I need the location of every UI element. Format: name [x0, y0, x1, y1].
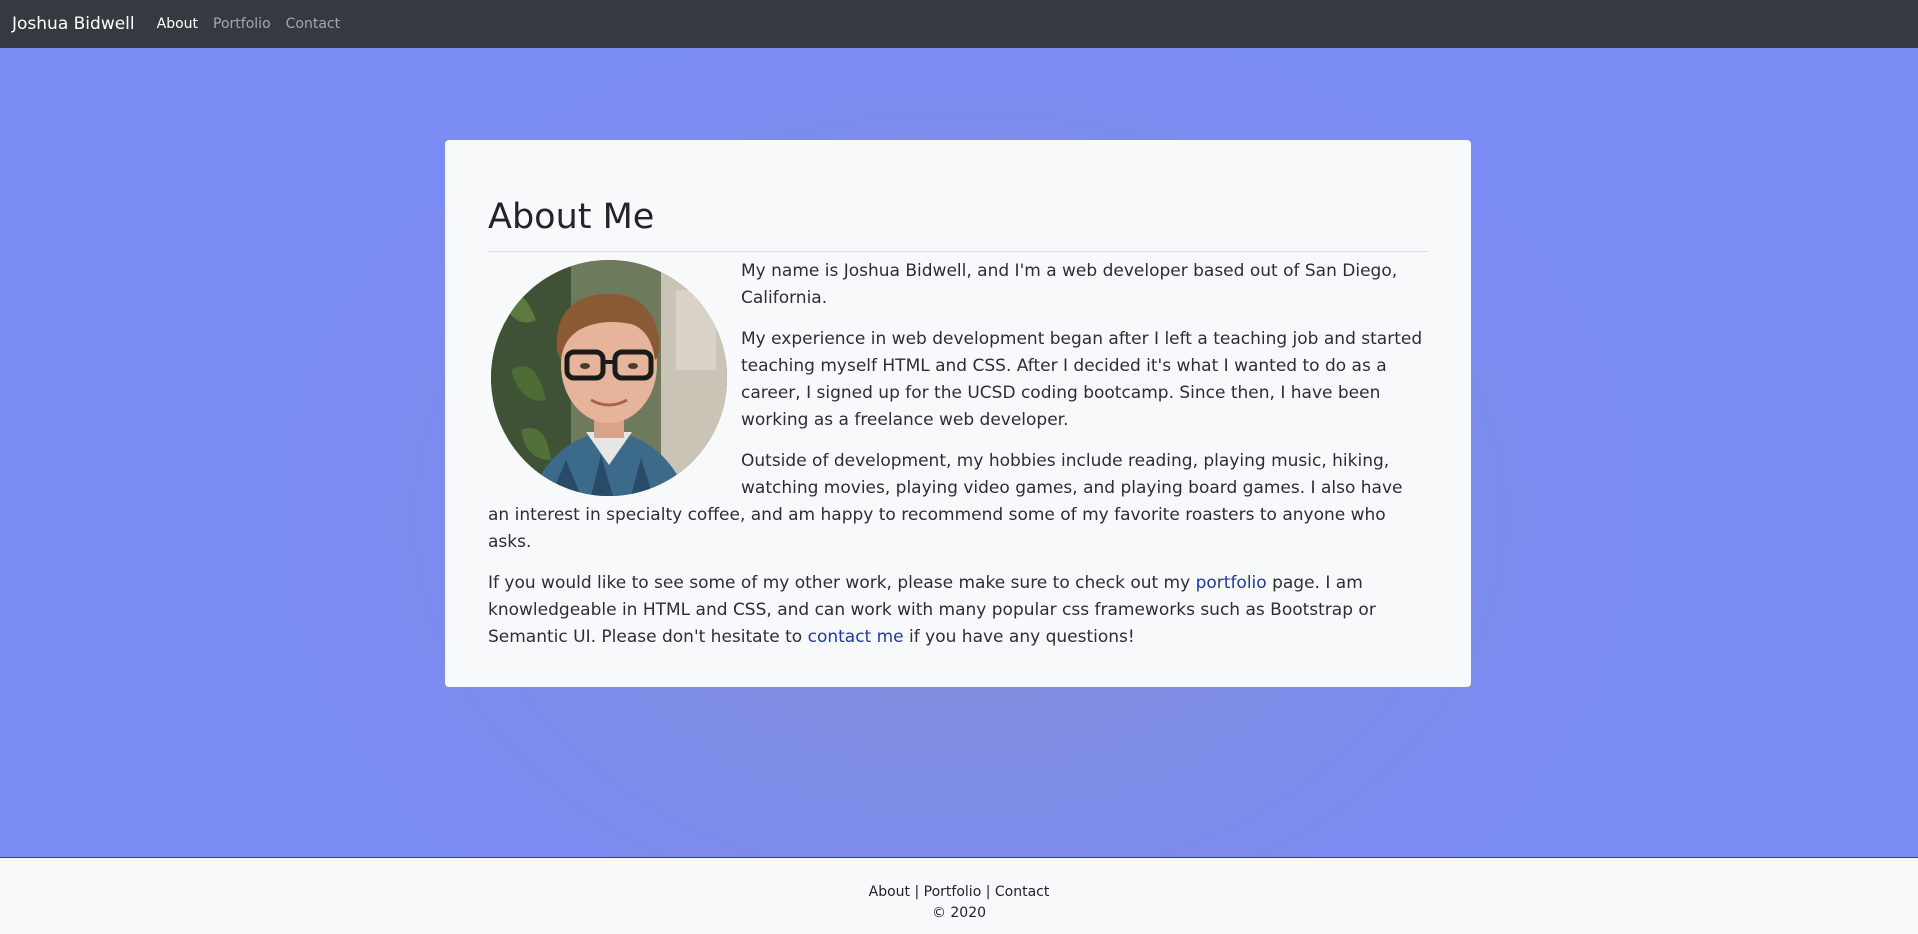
footer-separator: | [981, 884, 995, 900]
footer-link-portfolio[interactable]: Portfolio [924, 884, 982, 900]
footer: About | Portfolio | Contact © 2020 [0, 857, 1918, 934]
footer-link-about[interactable]: About [869, 884, 910, 900]
closing-paragraph: If you would like to see some of my othe… [488, 570, 1428, 651]
main-background: About Me My name is Joshua Bidwell, and … [0, 48, 1918, 857]
page-title: About Me [488, 197, 655, 237]
contact-me-link[interactable]: contact me [808, 627, 904, 647]
brand-link[interactable]: Joshua Bidwell [12, 14, 135, 34]
footer-link-contact[interactable]: Contact [995, 884, 1049, 900]
copyright: © 2020 [931, 905, 987, 921]
profile-photo [491, 260, 727, 496]
nav-link-about[interactable]: About [157, 16, 198, 32]
portrait-image [491, 260, 727, 496]
closing-text-1: If you would like to see some of my othe… [488, 573, 1196, 593]
nav-link-contact[interactable]: Contact [286, 16, 340, 32]
nav-link-portfolio[interactable]: Portfolio [213, 16, 271, 32]
footer-links: About | Portfolio | Contact [0, 882, 1918, 903]
portfolio-link[interactable]: portfolio [1196, 573, 1267, 593]
footer-separator: | [910, 884, 924, 900]
title-divider [488, 251, 1428, 252]
top-navbar: Joshua Bidwell About Portfolio Contact [0, 0, 1918, 48]
closing-text-3: if you have any questions! [903, 627, 1135, 647]
about-card: About Me My name is Joshua Bidwell, and … [445, 140, 1471, 687]
